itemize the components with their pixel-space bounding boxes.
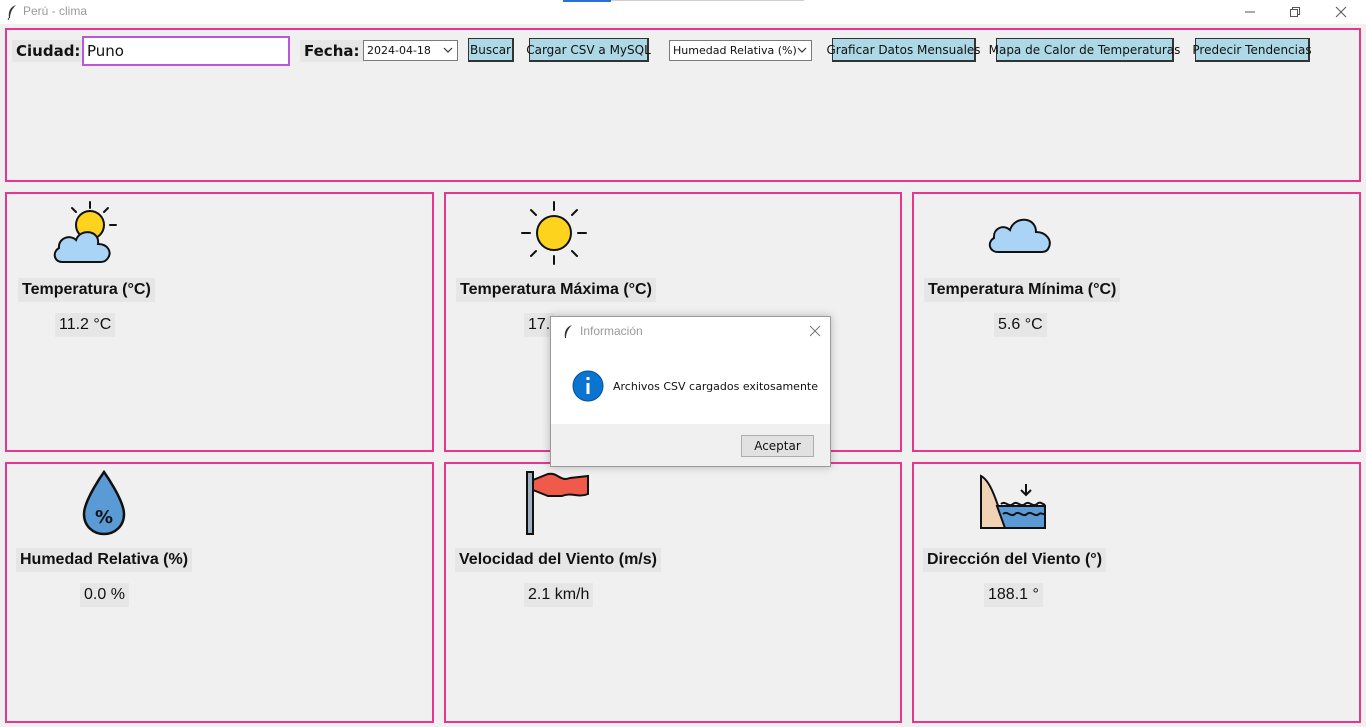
ok-button[interactable]: Aceptar bbox=[741, 435, 814, 457]
temperature-value: 11.2 °C bbox=[55, 313, 116, 337]
sun-icon bbox=[521, 201, 587, 265]
chevron-down-icon bbox=[443, 47, 453, 53]
temperature-title: Temperatura (°C) bbox=[18, 278, 155, 302]
max-temperature-title: Temperatura Máxima (°C) bbox=[456, 278, 656, 302]
chevron-down-icon bbox=[797, 47, 807, 53]
svg-text:%: % bbox=[95, 507, 113, 528]
water-level-icon bbox=[980, 474, 1046, 529]
taskbar-indicator bbox=[563, 0, 611, 2]
minimize-icon bbox=[1245, 11, 1255, 13]
dialog-message: Archivos CSV cargados exitosamente bbox=[613, 380, 819, 393]
min-temperature-card bbox=[912, 192, 1361, 452]
predict-button[interactable]: Predecir Tendencias bbox=[1192, 38, 1312, 62]
close-icon bbox=[1335, 6, 1347, 18]
date-label: Fecha: bbox=[300, 40, 364, 62]
window-title: Perú - clima bbox=[23, 4, 88, 18]
divider bbox=[611, 0, 804, 1]
wind-direction-value: 188.1 ° bbox=[984, 583, 1043, 607]
humidity-card bbox=[5, 462, 434, 723]
monthly-chart-button[interactable]: Graficar Datos Mensuales bbox=[826, 38, 981, 62]
wind-speed-card bbox=[444, 462, 902, 723]
partly-cloudy-icon bbox=[53, 201, 117, 263]
restore-icon bbox=[1290, 7, 1300, 17]
feather-icon bbox=[7, 5, 16, 20]
humidity-drop-icon: % bbox=[82, 470, 126, 536]
min-temperature-title: Temperatura Mínima (°C) bbox=[924, 278, 1121, 302]
cloud-icon bbox=[988, 218, 1051, 253]
load-csv-button[interactable]: Cargar CSV a MySQL bbox=[526, 38, 651, 62]
minimize-button[interactable] bbox=[1227, 0, 1273, 24]
wind-flag-icon bbox=[526, 471, 589, 535]
date-value: 2024-04-18 bbox=[367, 44, 431, 57]
feather-icon bbox=[564, 325, 572, 338]
wind-direction-title: Dirección del Viento (°) bbox=[923, 548, 1107, 572]
min-temperature-value: 5.6 °C bbox=[994, 313, 1047, 337]
title-bar: Perú - clima bbox=[0, 0, 1366, 24]
humidity-value: 0.0 % bbox=[80, 583, 129, 607]
variable-select[interactable]: Humedad Relativa (%) bbox=[669, 40, 812, 61]
dialog-title: Información bbox=[580, 324, 643, 338]
info-dialog: Información Archivos CSV cargados exitos… bbox=[550, 316, 831, 467]
date-select[interactable]: 2024-04-18 bbox=[363, 40, 458, 61]
close-button[interactable] bbox=[1318, 0, 1364, 24]
heatmap-button[interactable]: Mapa de Calor de Temperaturas bbox=[989, 38, 1180, 62]
restore-button[interactable] bbox=[1272, 0, 1318, 24]
wind-speed-value: 2.1 km/h bbox=[524, 583, 594, 607]
city-input[interactable]: Puno bbox=[82, 36, 290, 66]
wind-speed-title: Velocidad del Viento (m/s) bbox=[455, 548, 661, 572]
info-icon bbox=[572, 370, 604, 402]
search-button[interactable]: Buscar bbox=[468, 38, 514, 62]
close-icon[interactable] bbox=[809, 325, 821, 337]
humidity-title: Humedad Relativa (%) bbox=[16, 548, 193, 572]
variable-value: Humedad Relativa (%) bbox=[673, 44, 797, 57]
city-label: Ciudad: bbox=[12, 40, 85, 62]
